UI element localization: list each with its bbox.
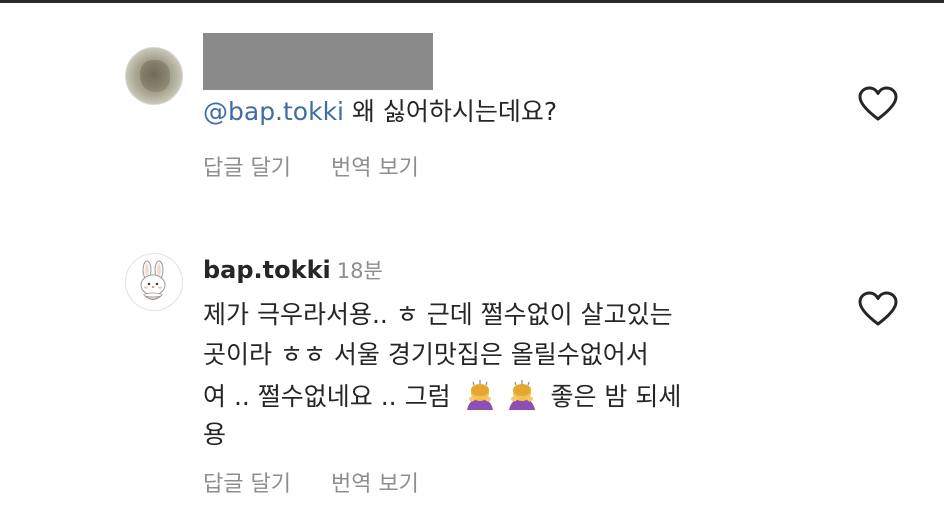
comment-actions: 답글 달기 번역 보기 (203, 466, 419, 498)
heart-outline-icon[interactable] (858, 86, 898, 122)
heart-outline-icon[interactable] (858, 291, 898, 327)
reply-button[interactable]: 답글 달기 (203, 466, 291, 498)
comment-header: bap.tokki 18분 (203, 254, 383, 287)
username-link[interactable]: bap.tokki (203, 256, 331, 284)
translate-button[interactable]: 번역 보기 (331, 466, 419, 498)
redacted-username-block (203, 33, 433, 90)
comment-actions: 답글 달기 번역 보기 (203, 150, 419, 182)
comment-line-3-tail: 좋은 밤 되세 (550, 382, 682, 411)
bunny-avatar-icon (140, 260, 166, 300)
comment-body: 왜 싫어하시는데요? (344, 97, 558, 126)
comments-view: @bap.tokki 왜 싫어하시는데요? 답글 달기 번역 보기 bap.tok… (0, 0, 944, 514)
mention-link[interactable]: @bap.tokki (203, 97, 344, 126)
avatar-photo (140, 60, 170, 92)
timestamp: 18분 (336, 259, 383, 283)
comment-line-1: 제가 극우라서용.. ㅎ 근데 쩔수없이 살고있는 (203, 300, 673, 329)
avatar[interactable] (125, 253, 183, 311)
comment-line-3-text: 여 .. 쩔수없네요 .. 그럼 (203, 382, 451, 411)
avatar[interactable] (125, 47, 183, 105)
top-divider (0, 0, 944, 3)
person-bowing-emoji-icon (466, 380, 493, 410)
comment-text: @bap.tokki 왜 싫어하시는데요? (203, 96, 557, 128)
comment-line-2: 곳이라 ㅎㅎ 서울 경기맛집은 올릴수없어서 (203, 340, 649, 369)
comment-line-4: 용 (203, 420, 227, 449)
person-bowing-emoji-icon (508, 380, 535, 410)
translate-button[interactable]: 번역 보기 (331, 150, 419, 182)
comment-line-3: 여 .. 쩔수없네요 .. 그럼 좋은 밤 되세 (203, 379, 681, 413)
reply-button[interactable]: 답글 달기 (203, 150, 291, 182)
